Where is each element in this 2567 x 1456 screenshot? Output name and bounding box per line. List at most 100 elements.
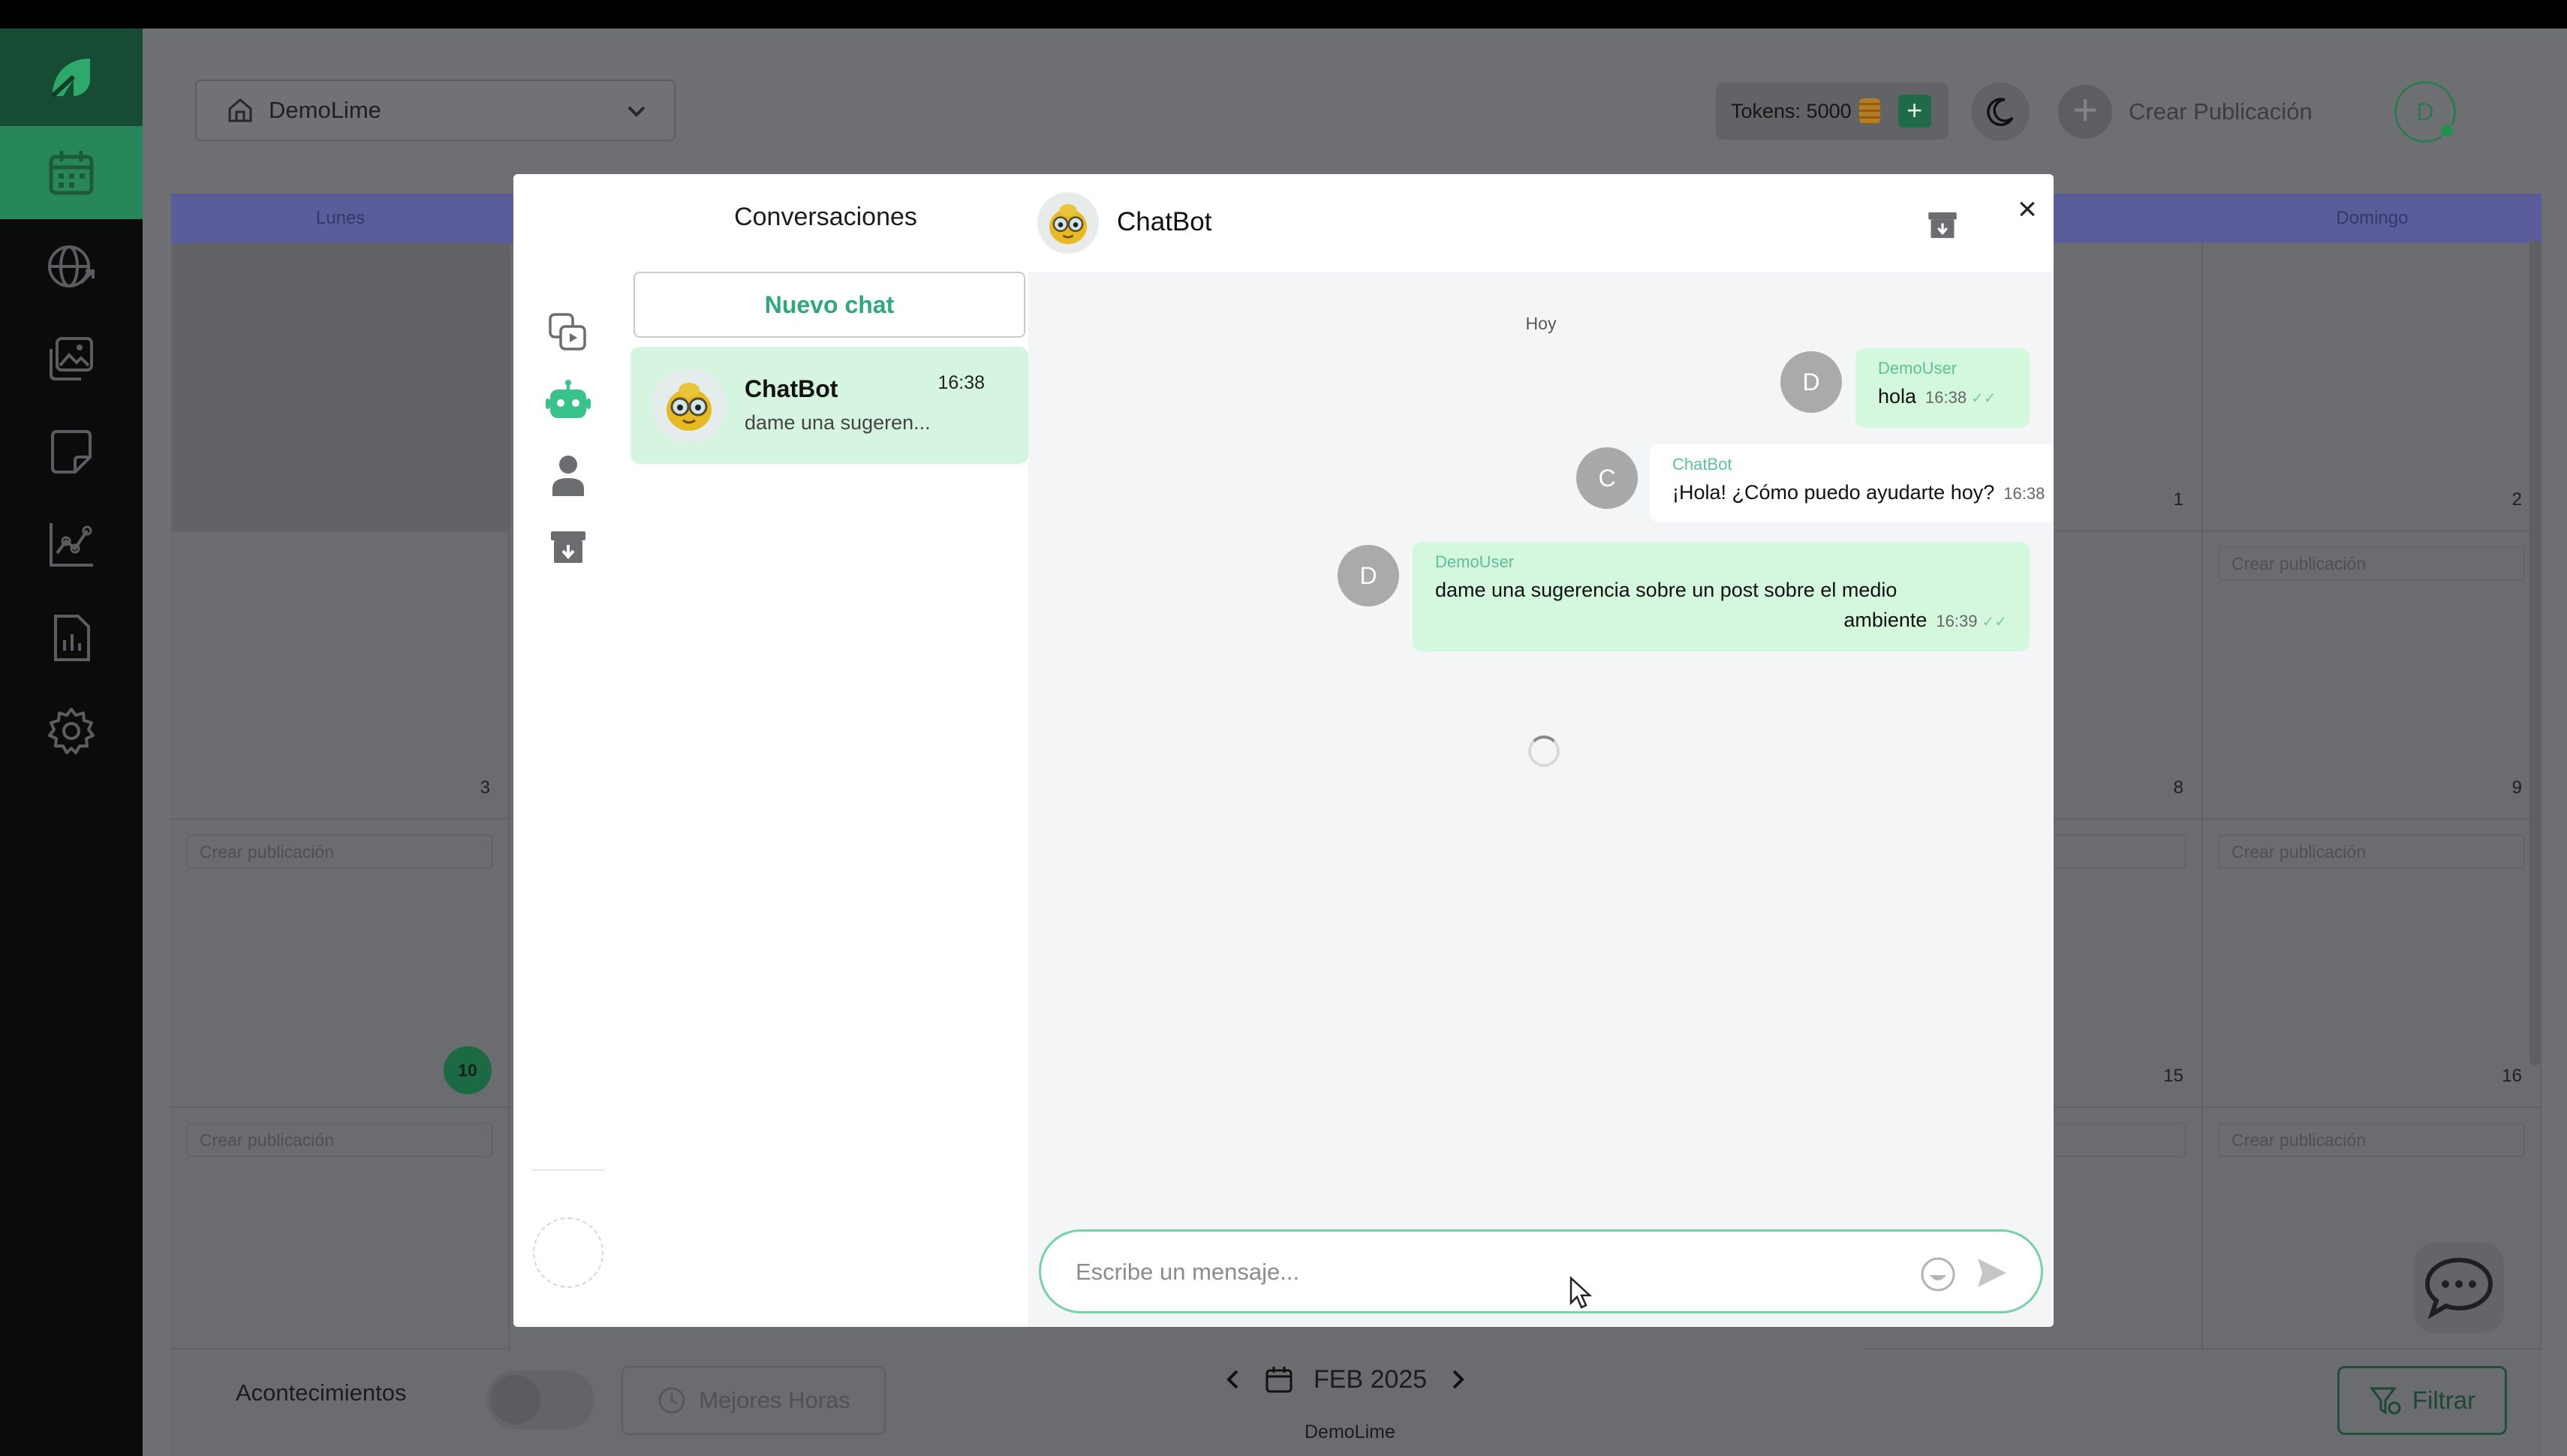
create-post-button[interactable]: + Crear Publicación <box>2058 84 2313 140</box>
calendar-cell[interactable]: Crear publicación <box>171 1108 510 1349</box>
moon-icon <box>1987 98 2014 126</box>
create-post-label: Crear Publicación <box>2129 98 2313 125</box>
create-post-slot[interactable]: Crear publicación <box>186 835 493 869</box>
date-number: 2 <box>2511 489 2522 510</box>
home-icon <box>228 98 252 122</box>
date-number: 3 <box>480 778 490 798</box>
sidebar-item-notes[interactable] <box>0 405 143 498</box>
main-sidebar <box>0 29 143 1456</box>
archive-chat-button[interactable] <box>1926 209 1959 245</box>
theme-toggle-button[interactable] <box>1971 83 2030 141</box>
create-post-slot[interactable]: Crear publicación <box>2218 546 2525 581</box>
logo-icon[interactable] <box>0 29 143 126</box>
avatar-initial: D <box>2416 98 2434 125</box>
calendar-cell[interactable] <box>171 243 510 531</box>
new-chat-button[interactable]: Nuevo chat <box>633 272 1025 338</box>
message-input[interactable] <box>1076 1250 1886 1295</box>
chat-type-rail <box>513 174 623 1327</box>
create-post-slot[interactable]: Crear publicación <box>2218 1123 2525 1157</box>
emoji-icon <box>1921 1257 1955 1292</box>
conversation-list-panel: Conversaciones Nuevo chat ChatBot 16:38 … <box>623 174 1028 1327</box>
send-button[interactable] <box>1975 1256 2009 1294</box>
best-hours-label: Mejores Horas <box>699 1387 850 1413</box>
user-avatar: D <box>1338 545 1399 606</box>
read-check-icon: ✓✓ <box>1971 390 1997 407</box>
message-text: ambiente <box>1843 609 1928 631</box>
message-time: 16:39 <box>1936 612 1978 630</box>
chat-panel: ChatBot Hoy D DemoUser hola 16:38 ✓✓ C Cha… <box>1028 174 2054 1327</box>
sidebar-item-analytics[interactable] <box>0 498 143 591</box>
settings-icon <box>48 708 95 754</box>
events-toggle[interactable] <box>486 1370 594 1429</box>
analytics-icon <box>50 523 93 567</box>
gallery-icon <box>50 337 93 381</box>
rail-archived-chats[interactable] <box>537 516 599 578</box>
calendar-cell[interactable]: Crear publicación 16 <box>2203 820 2541 1108</box>
month-navigator: FEB 2025 <box>1222 1364 1469 1394</box>
mouse-cursor-icon <box>1569 1276 1593 1309</box>
coin-icon <box>1858 98 1880 124</box>
month-workspace: DemoLime <box>1305 1421 1395 1442</box>
day-separator: Hoy <box>1525 314 1557 333</box>
online-indicator <box>2439 122 2455 139</box>
weekday-monday: Lunes <box>315 208 366 228</box>
user-avatar[interactable]: D <box>2394 81 2456 143</box>
media-icon <box>549 313 586 350</box>
message-line: ambiente 16:39 ✓✓ <box>1435 605 2007 637</box>
create-post-slot[interactable]: Crear publicación <box>186 1123 493 1157</box>
calendar-cell[interactable]: Crear publicación 9 <box>2203 531 2541 820</box>
conversation-item[interactable]: ChatBot 16:38 dame una sugeren... <box>630 347 1028 464</box>
close-modal-button[interactable]: × <box>2009 191 2046 228</box>
message-bubble-user: DemoUser dame una sugerencia sobre un po… <box>1413 542 2030 651</box>
bot-avatar: C <box>1576 447 1638 509</box>
filter-button[interactable]: Filtrar <box>2337 1366 2507 1435</box>
sidebar-item-calendar[interactable] <box>0 126 143 219</box>
globe-icon <box>48 245 95 287</box>
current-month: FEB 2025 <box>1314 1364 1428 1394</box>
calendar-cell[interactable]: 3 <box>171 531 510 820</box>
sidebar-item-web[interactable] <box>0 219 143 312</box>
calendar-cell[interactable]: 2 <box>2203 243 2541 531</box>
chevron-left-icon[interactable] <box>1222 1368 1244 1391</box>
chat-header: ChatBot <box>1028 174 2054 272</box>
conversation-name: ChatBot <box>745 375 838 402</box>
message-sender: DemoUser <box>1878 359 1958 378</box>
weekday-sunday: Domingo <box>2336 208 2409 228</box>
conversation-preview: dame una sugeren... <box>745 411 931 434</box>
emoji-button[interactable] <box>1919 1256 1957 1297</box>
chevron-down-icon <box>627 106 646 117</box>
user-avatar: D <box>1780 351 1842 413</box>
sidebar-item-reports[interactable] <box>0 591 143 684</box>
archive-icon <box>551 531 585 563</box>
workspace-name: DemoLime <box>269 97 381 123</box>
rail-media-chats[interactable] <box>537 302 599 363</box>
date-number: 1 <box>2173 489 2183 510</box>
bot-face-icon <box>1049 204 1087 245</box>
chat-bubble-icon <box>2424 1257 2493 1319</box>
workspace-selector[interactable]: DemoLime <box>195 80 676 141</box>
message-time: 16:38 <box>2003 484 2045 503</box>
sidebar-item-gallery[interactable] <box>0 312 143 405</box>
date-number: 15 <box>2163 1066 2183 1086</box>
chevron-right-icon[interactable] <box>1446 1368 1469 1391</box>
create-post-slot[interactable]: Crear publicación <box>2218 835 2525 869</box>
tokens-label: Tokens: 5000 <box>1731 99 1852 122</box>
calendar-icon <box>1265 1367 1293 1393</box>
rail-placeholder <box>533 1217 603 1288</box>
calendar-cell[interactable]: Crear publicación 10 <box>171 820 510 1108</box>
note-icon <box>51 430 92 474</box>
open-chat-button[interactable] <box>2414 1243 2504 1333</box>
bot-face-icon <box>667 383 712 431</box>
calendar-scrollbar[interactable] <box>2529 240 2540 1066</box>
rail-bot-chats[interactable] <box>537 371 599 432</box>
rail-user-chats[interactable] <box>537 444 599 506</box>
close-icon: × <box>2018 191 2037 227</box>
add-tokens-button[interactable]: + <box>1897 95 1931 128</box>
best-hours-button[interactable]: Mejores Horas <box>621 1366 886 1435</box>
sidebar-item-settings[interactable] <box>0 684 143 778</box>
message-time: 16:38 <box>1925 388 1967 407</box>
message-sender: ChatBot <box>1672 455 1732 474</box>
chat-modal: Conversaciones Nuevo chat ChatBot 16:38 … <box>513 174 2054 1327</box>
message-bubble-user: DemoUser hola 16:38 ✓✓ <box>1855 348 2030 428</box>
report-icon <box>54 615 90 661</box>
